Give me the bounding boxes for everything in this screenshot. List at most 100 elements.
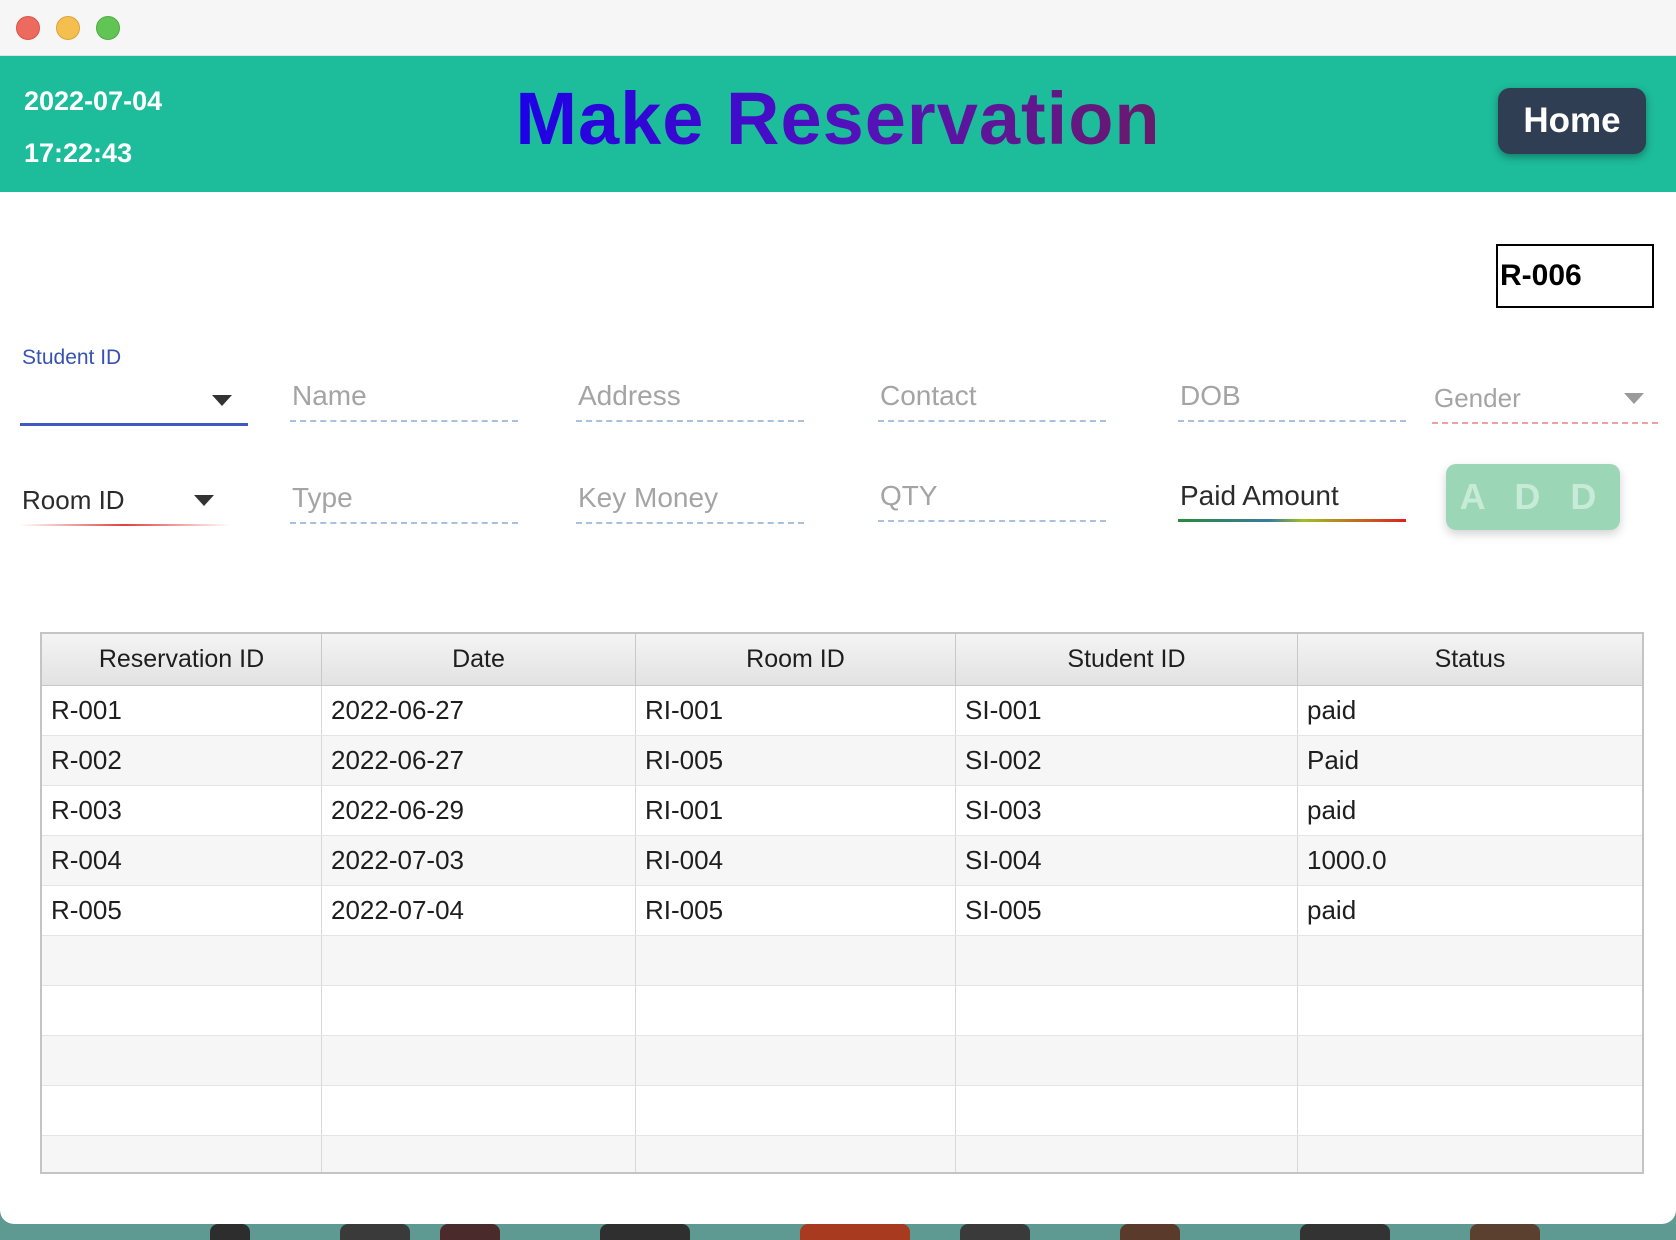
table-row[interactable]: R-003 2022-06-29 RI-001 SI-003 paid: [42, 786, 1642, 836]
name-placeholder: Name: [292, 380, 367, 411]
background-illustration: [800, 1224, 910, 1240]
table-row-empty: [42, 1136, 1642, 1172]
table-cell: 2022-06-27: [322, 736, 636, 785]
background-illustration: [1300, 1224, 1390, 1240]
table-cell: 1000.0: [1307, 845, 1387, 875]
table-cell: R-002: [42, 736, 322, 785]
table-cell: [42, 1136, 322, 1172]
table-row[interactable]: R-002 2022-06-27 RI-005 SI-002 Paid: [42, 736, 1642, 786]
table-cell: RI-005: [636, 736, 956, 785]
table-cell: [322, 1136, 636, 1172]
dob-field[interactable]: DOB: [1178, 372, 1406, 422]
address-placeholder: Address: [578, 380, 681, 411]
type-field[interactable]: Type: [290, 474, 518, 524]
type-placeholder: Type: [292, 482, 353, 513]
background-illustration: [960, 1224, 1030, 1240]
student-id-combobox[interactable]: [20, 376, 248, 426]
table-cell: [322, 1086, 636, 1135]
table-cell: R-001: [42, 686, 322, 735]
chevron-down-icon: [1624, 393, 1644, 404]
table-cell: SI-002: [956, 736, 1298, 785]
background-illustration: [1470, 1224, 1540, 1240]
table-row[interactable]: R-004 2022-07-03 RI-004 SI-004 1000.0: [42, 836, 1642, 886]
gender-combobox[interactable]: Gender: [1432, 374, 1658, 424]
table-cell: [42, 1036, 322, 1085]
table-cell: R-003: [42, 786, 322, 835]
field-underline: [290, 522, 518, 524]
qty-field[interactable]: QTY: [878, 472, 1106, 522]
column-header-date[interactable]: Date: [322, 634, 636, 685]
reservation-id-display: R-006: [1496, 244, 1654, 308]
window-close-button[interactable]: [16, 16, 40, 40]
room-id-combobox[interactable]: Room ID: [20, 476, 230, 526]
column-header-status[interactable]: Status: [1298, 634, 1642, 685]
table-cell: [42, 986, 322, 1035]
column-header-room-id[interactable]: Room ID: [636, 634, 956, 685]
window-maximize-button[interactable]: [96, 16, 120, 40]
table-cell: [956, 1136, 1298, 1172]
field-underline: [20, 524, 230, 526]
reservation-table[interactable]: Reservation ID Date Room ID Student ID S…: [40, 632, 1644, 1174]
table-cell: [636, 1136, 956, 1172]
table-cell: RI-001: [636, 786, 956, 835]
background-illustration: [340, 1224, 410, 1240]
field-underline: [878, 420, 1106, 422]
column-header-student-id[interactable]: Student ID: [956, 634, 1298, 685]
chevron-down-icon: [212, 395, 232, 406]
dob-placeholder: DOB: [1180, 380, 1241, 411]
table-cell: [636, 1036, 956, 1085]
field-underline: [576, 420, 804, 422]
window-minimize-button[interactable]: [56, 16, 80, 40]
table-cell: [322, 986, 636, 1035]
column-header-reservation-id[interactable]: Reservation ID: [42, 634, 322, 685]
home-button[interactable]: Home: [1498, 88, 1646, 154]
name-field[interactable]: Name: [290, 372, 518, 422]
background-illustration: [1120, 1224, 1180, 1240]
page-title-text: Make Reservation: [515, 77, 1161, 160]
student-id-label: Student ID: [22, 346, 122, 369]
background-illustration: [600, 1224, 690, 1240]
field-underline: [290, 420, 518, 422]
table-cell: [42, 936, 322, 985]
table-cell: [956, 936, 1298, 985]
key-money-field[interactable]: Key Money: [576, 474, 804, 524]
table-cell: [956, 1086, 1298, 1135]
table-cell: SI-003: [956, 786, 1298, 835]
field-underline: [576, 522, 804, 524]
table-cell: paid: [1307, 795, 1357, 825]
table-cell: [1298, 1136, 1642, 1172]
table-cell: 2022-07-04: [322, 886, 636, 935]
page-title: Make Reservation: [0, 76, 1676, 161]
qty-placeholder: QTY: [880, 480, 938, 511]
table-cell: [322, 1036, 636, 1085]
header-bar: 2022-07-04 17:22:43 Make Reservation Hom…: [0, 56, 1676, 192]
window-titlebar: [0, 0, 1676, 56]
field-underline: [878, 520, 1106, 522]
table-cell: [1298, 986, 1642, 1035]
paid-amount-field[interactable]: Paid Amount: [1178, 472, 1406, 522]
background-illustration: [440, 1224, 500, 1240]
table-cell: 2022-06-29: [322, 786, 636, 835]
table-cell: paid: [1307, 695, 1357, 725]
table-cell: SI-001: [956, 686, 1298, 735]
table-cell: Paid: [1307, 745, 1360, 775]
table-row[interactable]: R-001 2022-06-27 RI-001 SI-001 paid: [42, 686, 1642, 736]
table-cell: [636, 1086, 956, 1135]
table-cell: [956, 1036, 1298, 1085]
address-field[interactable]: Address: [576, 372, 804, 422]
table-cell: 2022-07-03: [322, 836, 636, 885]
table-cell: RI-005: [636, 886, 956, 935]
table-row-empty: [42, 1036, 1642, 1086]
table-row[interactable]: R-005 2022-07-04 RI-005 SI-005 paid: [42, 886, 1642, 936]
table-cell: R-005: [42, 886, 322, 935]
field-underline: [20, 423, 248, 426]
table-row-empty: [42, 1086, 1642, 1136]
table-cell: SI-004: [956, 836, 1298, 885]
contact-field[interactable]: Contact: [878, 372, 1106, 422]
table-cell: [956, 986, 1298, 1035]
chevron-down-icon: [194, 495, 214, 506]
table-cell: [42, 1086, 322, 1135]
field-underline: [1432, 422, 1658, 424]
table-cell: R-004: [42, 836, 322, 885]
add-button[interactable]: A D D: [1446, 464, 1620, 530]
